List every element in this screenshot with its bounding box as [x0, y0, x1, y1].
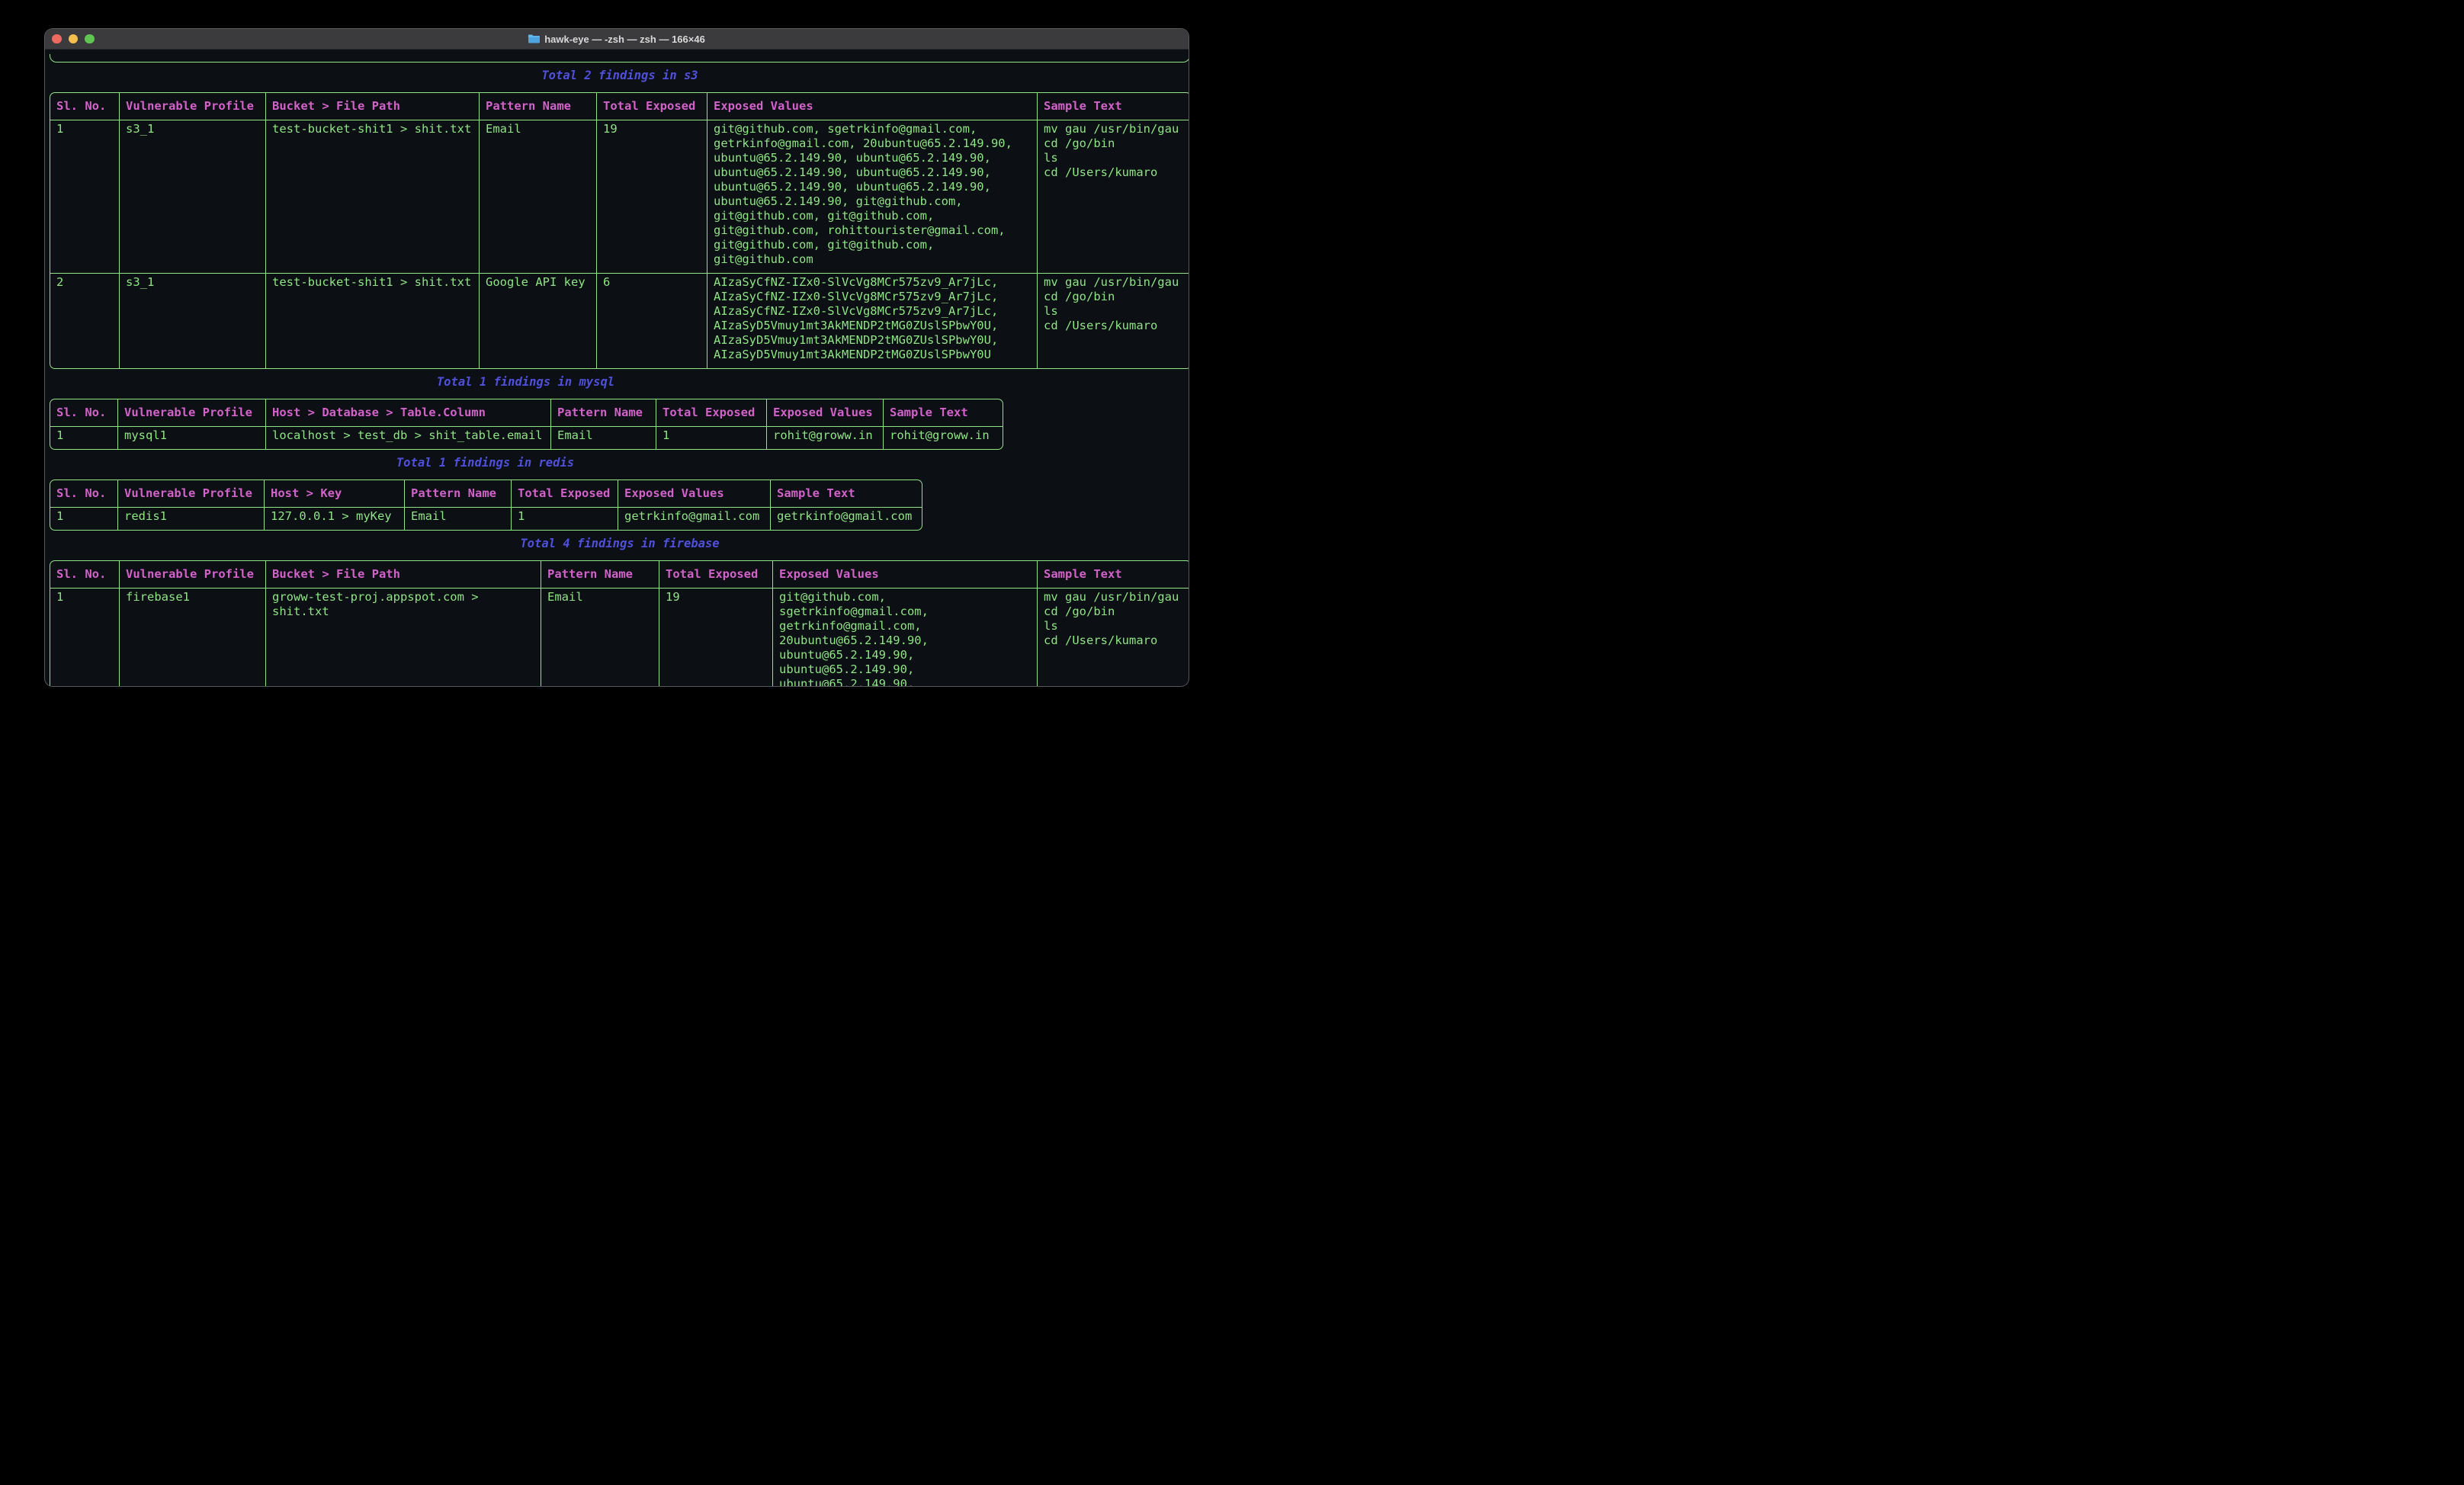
- header-row: Sl. No.Vulnerable ProfileBucket > File P…: [50, 93, 1189, 120]
- window-title-group: hawk-eye — -zsh — zsh — 166×46: [528, 34, 705, 45]
- table-cell: mv gau /usr/bin/gau cd /go/bin ls cd /Us…: [1038, 120, 1189, 274]
- table-cell: 19: [659, 589, 773, 686]
- header-row: Sl. No.Vulnerable ProfileHost > Database…: [50, 399, 1003, 427]
- titlebar[interactable]: hawk-eye — -zsh — zsh — 166×46: [45, 29, 1189, 50]
- table-cell: test-bucket-shit1 > shit.txt: [266, 120, 480, 274]
- table-cell: groww-test-proj.appspot.com > shit.txt: [266, 589, 541, 686]
- table-row: 1firebase1groww-test-proj.appspot.com > …: [50, 589, 1189, 686]
- findings-table-s3: Sl. No.Vulnerable ProfileBucket > File P…: [50, 92, 1189, 369]
- table-cell: 1: [50, 427, 118, 449]
- table-cell: Email: [480, 120, 597, 274]
- section-title-mysql: Total 1 findings in mysql: [50, 375, 1002, 390]
- column-header: Total Exposed: [512, 480, 618, 508]
- table-cell: 1: [656, 427, 767, 449]
- previous-table-bottom-border: [50, 54, 1189, 63]
- column-header: Total Exposed: [659, 561, 773, 589]
- table-cell: Email: [405, 508, 512, 530]
- findings-table-redis: Sl. No.Vulnerable ProfileHost > KeyPatte…: [50, 479, 922, 531]
- window-title: hawk-eye — -zsh — zsh — 166×46: [544, 34, 705, 45]
- table-cell: redis1: [118, 508, 265, 530]
- column-header: Total Exposed: [656, 399, 767, 427]
- column-header: Vulnerable Profile: [120, 561, 266, 589]
- table-cell: s3_1: [120, 274, 266, 368]
- column-header: Vulnerable Profile: [118, 399, 266, 427]
- table-row: 1redis1127.0.0.1 > myKeyEmail1getrkinfo@…: [50, 508, 922, 530]
- column-header: Bucket > File Path: [266, 561, 541, 589]
- column-header: Exposed Values: [773, 561, 1038, 589]
- folder-icon: [528, 34, 540, 43]
- section-title-firebase: Total 4 findings in firebase: [50, 537, 1189, 551]
- table-cell: mysql1: [118, 427, 266, 449]
- table-cell: test-bucket-shit1 > shit.txt: [266, 274, 480, 368]
- table-cell: 1: [50, 508, 118, 530]
- column-header: Sample Text: [1038, 561, 1189, 589]
- table-cell: Email: [551, 427, 656, 449]
- column-header: Pattern Name: [541, 561, 659, 589]
- table-cell: mv gau /usr/bin/gau cd /go/bin ls cd /Us…: [1038, 589, 1189, 686]
- column-header: Pattern Name: [551, 399, 656, 427]
- table-cell: firebase1: [120, 589, 266, 686]
- table-cell: Google API key: [480, 274, 597, 368]
- findings-section-mysql: Total 1 findings in mysql Sl. No.Vulnera…: [50, 375, 1184, 450]
- column-header: Host > Key: [265, 480, 405, 508]
- close-button[interactable]: [52, 34, 62, 44]
- findings-sections: Total 2 findings in s3 Sl. No.Vulnerable…: [50, 69, 1184, 686]
- column-header: Bucket > File Path: [266, 93, 480, 120]
- table-row: 1s3_1test-bucket-shit1 > shit.txtEmail19…: [50, 120, 1189, 274]
- column-header: Sl. No.: [50, 399, 118, 427]
- table-cell: localhost > test_db > shit_table.email: [266, 427, 551, 449]
- table-cell: mv gau /usr/bin/gau cd /go/bin ls cd /Us…: [1038, 274, 1189, 368]
- findings-table-mysql: Sl. No.Vulnerable ProfileHost > Database…: [50, 399, 1003, 450]
- findings-section-s3: Total 2 findings in s3 Sl. No.Vulnerable…: [50, 69, 1184, 369]
- table-cell: s3_1: [120, 120, 266, 274]
- table-cell: 6: [597, 274, 707, 368]
- section-title-s3: Total 2 findings in s3: [50, 69, 1189, 83]
- column-header: Exposed Values: [618, 480, 771, 508]
- findings-section-redis: Total 1 findings in redis Sl. No.Vulnera…: [50, 456, 1184, 531]
- column-header: Sl. No.: [50, 561, 120, 589]
- findings-section-firebase: Total 4 findings in firebase Sl. No.Vuln…: [50, 537, 1184, 686]
- table-cell: getrkinfo@gmail.com: [771, 508, 922, 530]
- header-row: Sl. No.Vulnerable ProfileHost > KeyPatte…: [50, 480, 922, 508]
- table-cell: 19: [597, 120, 707, 274]
- column-header: Pattern Name: [480, 93, 597, 120]
- column-header: Total Exposed: [597, 93, 707, 120]
- table-row: 2s3_1test-bucket-shit1 > shit.txtGoogle …: [50, 274, 1189, 368]
- findings-table-firebase: Sl. No.Vulnerable ProfileBucket > File P…: [50, 560, 1189, 686]
- table-cell: AIzaSyCfNZ-IZx0-SlVcVg8MCr575zv9_Ar7jLc,…: [707, 274, 1038, 368]
- table-cell: rohit@groww.in: [767, 427, 884, 449]
- zoom-button[interactable]: [85, 34, 95, 44]
- table-cell: git@github.com, sgetrkinfo@gmail.com, ge…: [773, 589, 1038, 686]
- terminal-content[interactable]: Total 2 findings in s3 Sl. No.Vulnerable…: [45, 50, 1189, 686]
- column-header: Exposed Values: [707, 93, 1038, 120]
- column-header: Vulnerable Profile: [120, 93, 266, 120]
- column-header: Host > Database > Table.Column: [266, 399, 551, 427]
- traffic-lights: [52, 29, 95, 49]
- terminal-window: hawk-eye — -zsh — zsh — 166×46 Total 2 f…: [45, 29, 1189, 686]
- header-row: Sl. No.Vulnerable ProfileBucket > File P…: [50, 561, 1189, 589]
- column-header: Sl. No.: [50, 480, 118, 508]
- column-header: Sample Text: [1038, 93, 1189, 120]
- column-header: Sample Text: [884, 399, 1003, 427]
- column-header: Sample Text: [771, 480, 922, 508]
- table-cell: 127.0.0.1 > myKey: [265, 508, 405, 530]
- table-cell: 1: [50, 589, 120, 686]
- table-cell: Email: [541, 589, 659, 686]
- table-row: 1mysql1localhost > test_db > shit_table.…: [50, 427, 1003, 449]
- table-cell: 2: [50, 274, 120, 368]
- table-cell: git@github.com, sgetrkinfo@gmail.com, ge…: [707, 120, 1038, 274]
- column-header: Vulnerable Profile: [118, 480, 265, 508]
- minimize-button[interactable]: [69, 34, 79, 44]
- column-header: Sl. No.: [50, 93, 120, 120]
- column-header: Pattern Name: [405, 480, 512, 508]
- table-cell: 1: [50, 120, 120, 274]
- column-header: Exposed Values: [767, 399, 884, 427]
- table-cell: 1: [512, 508, 618, 530]
- table-cell: getrkinfo@gmail.com: [618, 508, 771, 530]
- table-cell: rohit@groww.in: [884, 427, 1003, 449]
- section-title-redis: Total 1 findings in redis: [50, 456, 921, 470]
